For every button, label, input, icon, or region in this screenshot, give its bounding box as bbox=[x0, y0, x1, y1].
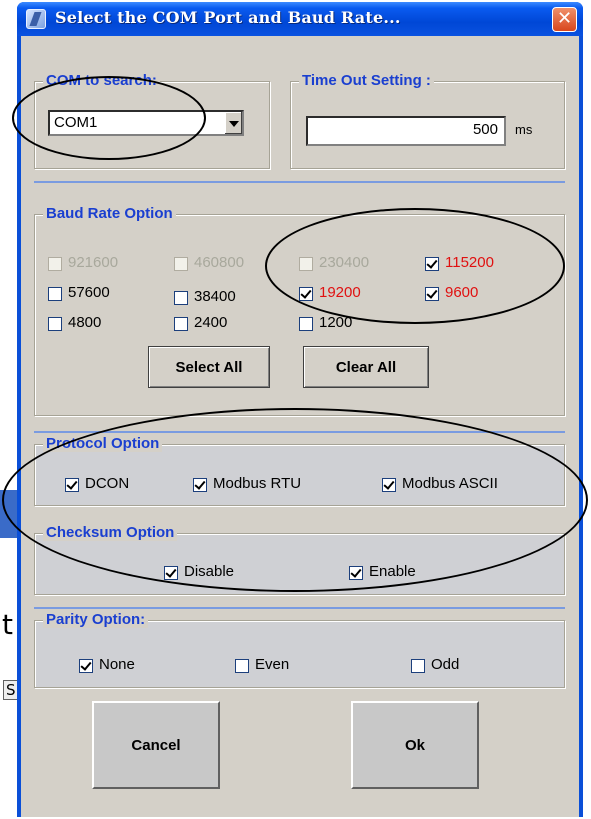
select-all-button[interactable]: Select All bbox=[148, 346, 270, 388]
com-select-value: COM1 bbox=[54, 114, 98, 131]
baud-9600-label: 9600 bbox=[445, 284, 479, 301]
separator-protocol bbox=[34, 431, 565, 433]
dialog-window: Select the COM Port and Baud Rate... ✕ C… bbox=[17, 2, 583, 817]
window-title: Select the COM Port and Baud Rate... bbox=[55, 8, 401, 27]
baud-230400-checkbox[interactable] bbox=[299, 257, 313, 271]
baud-57600-checkbox[interactable] bbox=[48, 287, 62, 301]
protocol-group: Protocol Option DCON Modbus RTU Modbus ASC… bbox=[34, 435, 565, 506]
com-legend: COM to search: bbox=[43, 72, 160, 89]
checksum-group: Checksum Option Disable Enable bbox=[34, 524, 565, 595]
baud-19200-label: 19200 bbox=[319, 284, 361, 301]
timeout-group: Time Out Setting : 500 ms bbox=[290, 72, 565, 169]
app-icon bbox=[26, 9, 46, 29]
protocol-0-label: DCON bbox=[85, 475, 130, 492]
ok-button[interactable]: Ok bbox=[351, 701, 479, 789]
com-select[interactable]: COM1 bbox=[48, 110, 244, 136]
baud-460800-checkbox[interactable] bbox=[174, 257, 188, 271]
parity-1-label: Even bbox=[255, 656, 290, 673]
background-text-fragment: t bbox=[2, 608, 13, 641]
separator-parity bbox=[34, 607, 565, 609]
parity-2-label: Odd bbox=[431, 656, 460, 673]
dialog-client: COM to search: COM1 Time Out Setting : 5… bbox=[21, 36, 579, 817]
parity-group: Parity Option: None Even Odd bbox=[34, 611, 565, 688]
protocol-0-checkbox[interactable] bbox=[65, 478, 79, 492]
baud-2400-checkbox[interactable] bbox=[174, 317, 188, 331]
checksum-1-checkbox[interactable] bbox=[349, 566, 363, 580]
title-bar[interactable]: Select the COM Port and Baud Rate... ✕ bbox=[17, 2, 583, 36]
baud-legend: Baud Rate Option bbox=[43, 205, 176, 222]
separator bbox=[34, 181, 565, 183]
baud-57600-label: 57600 bbox=[68, 284, 110, 301]
baud-921600-label: 921600 bbox=[68, 254, 119, 271]
checksum-legend: Checksum Option bbox=[43, 524, 178, 541]
parity-legend: Parity Option: bbox=[43, 611, 149, 628]
timeout-input[interactable]: 500 bbox=[306, 116, 506, 146]
baud-38400-label: 38400 bbox=[194, 288, 236, 305]
checksum-0-label: Disable bbox=[184, 563, 235, 580]
parity-1-checkbox[interactable] bbox=[235, 659, 249, 673]
chevron-down-icon[interactable] bbox=[224, 112, 242, 134]
baud-115200-checkbox[interactable] bbox=[425, 257, 439, 271]
com-group: COM to search: COM1 bbox=[34, 72, 270, 169]
parity-0-label: None bbox=[99, 656, 135, 673]
close-button[interactable]: ✕ bbox=[552, 7, 577, 32]
baud-4800-checkbox[interactable] bbox=[48, 317, 62, 331]
baud-group: Baud Rate Option Select All Clear All 92… bbox=[34, 205, 565, 416]
baud-2400-label: 2400 bbox=[194, 314, 228, 331]
baud-230400-label: 230400 bbox=[319, 254, 370, 271]
baud-38400-checkbox[interactable] bbox=[174, 291, 188, 305]
parity-0-checkbox[interactable] bbox=[79, 659, 93, 673]
timeout-unit: ms bbox=[515, 122, 533, 137]
baud-19200-checkbox[interactable] bbox=[299, 287, 313, 301]
clear-all-button[interactable]: Clear All bbox=[303, 346, 429, 388]
protocol-2-checkbox[interactable] bbox=[382, 478, 396, 492]
close-icon: ✕ bbox=[556, 8, 573, 29]
parity-2-checkbox[interactable] bbox=[411, 659, 425, 673]
protocol-1-checkbox[interactable] bbox=[193, 478, 207, 492]
baud-1200-checkbox[interactable] bbox=[299, 317, 313, 331]
baud-9600-checkbox[interactable] bbox=[425, 287, 439, 301]
baud-921600-checkbox[interactable] bbox=[48, 257, 62, 271]
timeout-legend: Time Out Setting : bbox=[299, 72, 434, 89]
baud-460800-label: 460800 bbox=[194, 254, 245, 271]
protocol-2-label: Modbus ASCII bbox=[402, 475, 498, 492]
protocol-1-label: Modbus RTU bbox=[213, 475, 302, 492]
baud-115200-label: 115200 bbox=[445, 254, 494, 271]
checksum-1-label: Enable bbox=[369, 563, 416, 580]
baud-1200-label: 1200 bbox=[319, 314, 353, 331]
baud-4800-label: 4800 bbox=[68, 314, 102, 331]
checksum-0-checkbox[interactable] bbox=[164, 566, 178, 580]
protocol-legend: Protocol Option bbox=[43, 435, 163, 452]
cancel-button[interactable]: Cancel bbox=[92, 701, 220, 789]
